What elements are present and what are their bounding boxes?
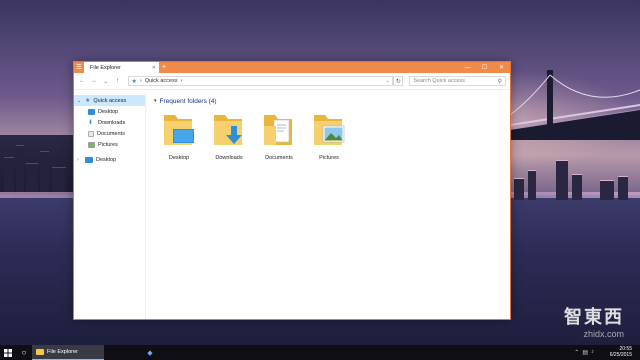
address-bar[interactable]: ★ › Quick access › ⌄: [127, 76, 394, 86]
sidebar-item-downloads[interactable]: ⬇ Downloads: [74, 117, 145, 128]
folder-label: Pictures: [319, 155, 339, 161]
search-box[interactable]: Search Quick access ⚲: [409, 76, 506, 86]
group-title: Frequent folders (4): [159, 97, 217, 105]
windows-logo-icon: [4, 348, 12, 357]
sidebar-item-label: Documents: [97, 130, 125, 137]
clock[interactable]: 20:55 6/25/2015: [610, 346, 632, 358]
desktop-icon: [85, 156, 93, 163]
folder-grid: Desktop Downloads Documents Pictures: [154, 112, 502, 161]
navigation-pane: ⌄ ★ Quick access Desktop ⬇ Downloads Doc…: [74, 92, 146, 319]
search-input[interactable]: Search Quick access: [413, 78, 465, 84]
close-button[interactable]: ✕: [493, 62, 510, 73]
address-location[interactable]: Quick access: [145, 78, 178, 84]
downloads-folder-icon: [214, 115, 242, 145]
up-button[interactable]: ↑: [114, 78, 122, 84]
folder-item-pictures[interactable]: Pictures: [308, 112, 350, 161]
window-controls: — ☐ ✕: [459, 62, 510, 73]
documents-folder-icon: [264, 115, 292, 145]
frequent-folders-header[interactable]: ▾ Frequent folders (4): [154, 96, 502, 106]
folder-label: Documents: [265, 155, 293, 161]
menu-icon[interactable]: ☰: [74, 62, 84, 73]
new-tab-button[interactable]: +: [159, 64, 169, 71]
sidebar-item-quick-access[interactable]: ⌄ ★ Quick access: [74, 95, 145, 106]
watermark-subtitle: zhidx.com: [583, 329, 624, 339]
folder-item-documents[interactable]: Documents: [258, 112, 300, 161]
desktop-folder-icon: [164, 115, 194, 145]
navigation-bar: ← → ⌄ ↑ ★ › Quick access › ⌄ ↻ Search Qu…: [74, 73, 510, 90]
explorer-content: ⌄ ★ Quick access Desktop ⬇ Downloads Doc…: [74, 92, 510, 319]
file-explorer-window: ☰ File Explorer ✕ + — ☐ ✕ ← → ⌄ ↑ ★ › Qu…: [73, 61, 511, 320]
downloads-folder-icon: ⬇: [88, 120, 94, 126]
refresh-button[interactable]: ↻: [393, 76, 404, 86]
chevron-right-icon[interactable]: ›: [77, 157, 82, 163]
sidebar-item-label: Desktop: [98, 108, 119, 115]
taskbar-app-file-explorer[interactable]: File Explorer: [32, 345, 104, 360]
pictures-folder-icon: [314, 115, 345, 145]
title-bar[interactable]: ☰ File Explorer ✕ + — ☐ ✕: [74, 62, 510, 73]
address-dropdown-icon[interactable]: ⌄: [385, 78, 389, 84]
tab-label: File Explorer: [90, 64, 121, 71]
sidebar-item-desktop[interactable]: Desktop: [74, 106, 145, 117]
folder-label: Downloads: [215, 155, 243, 161]
desktop-folder-icon: [88, 108, 95, 115]
address-separator-2: ›: [180, 78, 183, 84]
city-skyline-left: [0, 135, 80, 195]
volume-icon[interactable]: ♪: [591, 349, 594, 356]
chevron-down-icon[interactable]: ⌄: [77, 98, 82, 104]
maximize-button[interactable]: ☐: [476, 62, 493, 73]
sidebar-item-label: Downloads: [98, 119, 126, 126]
chevron-down-icon[interactable]: ▾: [154, 98, 157, 104]
star-icon: ★: [85, 98, 91, 104]
recent-locations-icon[interactable]: ⌄: [102, 78, 110, 85]
watermark-title: 智東西: [564, 307, 624, 327]
show-hidden-icons-icon[interactable]: ⌃: [574, 349, 579, 356]
address-separator: ›: [139, 78, 142, 84]
back-button[interactable]: ←: [78, 78, 86, 84]
network-icon[interactable]: ▤: [582, 349, 588, 356]
sidebar-item-label: Desktop: [96, 156, 117, 163]
tab-file-explorer[interactable]: File Explorer ✕: [84, 62, 159, 73]
pictures-folder-icon: [88, 141, 95, 148]
taskbar-app-label: File Explorer: [47, 349, 78, 355]
minimize-button[interactable]: —: [459, 62, 476, 73]
cortana-search-icon[interactable]: ○: [16, 345, 32, 360]
quick-access-star-icon: ★: [131, 78, 137, 85]
pinned-app-icon[interactable]: ◆: [142, 345, 158, 360]
forward-button[interactable]: →: [90, 78, 98, 84]
close-tab-icon[interactable]: ✕: [152, 65, 156, 71]
city-skyline-right: [510, 150, 640, 200]
taskbar: ○ File Explorer ◆ ⌃ ▤ ♪ 20:55 6/25/2015: [0, 345, 640, 360]
sidebar-item-label: Quick access: [93, 97, 127, 104]
folder-item-downloads[interactable]: Downloads: [208, 112, 250, 161]
file-explorer-icon: [36, 349, 44, 355]
sidebar-item-documents[interactable]: Documents: [74, 128, 145, 139]
start-button[interactable]: [0, 345, 16, 360]
sidebar-item-desktop-root[interactable]: › Desktop: [74, 154, 145, 165]
sidebar-item-pictures[interactable]: Pictures: [74, 139, 145, 150]
sidebar-item-label: Pictures: [98, 141, 118, 148]
folder-item-desktop[interactable]: Desktop: [158, 112, 200, 161]
bridge-illustration: [510, 70, 640, 140]
clock-date: 6/25/2015: [609, 352, 632, 358]
watermark: 智東西 zhidx.com: [564, 303, 624, 339]
documents-folder-icon: [88, 130, 94, 137]
system-tray: ⌃ ▤ ♪: [574, 349, 594, 356]
main-pane: ▾ Frequent folders (4) Desktop Downloads…: [146, 92, 510, 319]
folder-label: Desktop: [168, 155, 190, 161]
search-icon: ⚲: [497, 78, 502, 85]
